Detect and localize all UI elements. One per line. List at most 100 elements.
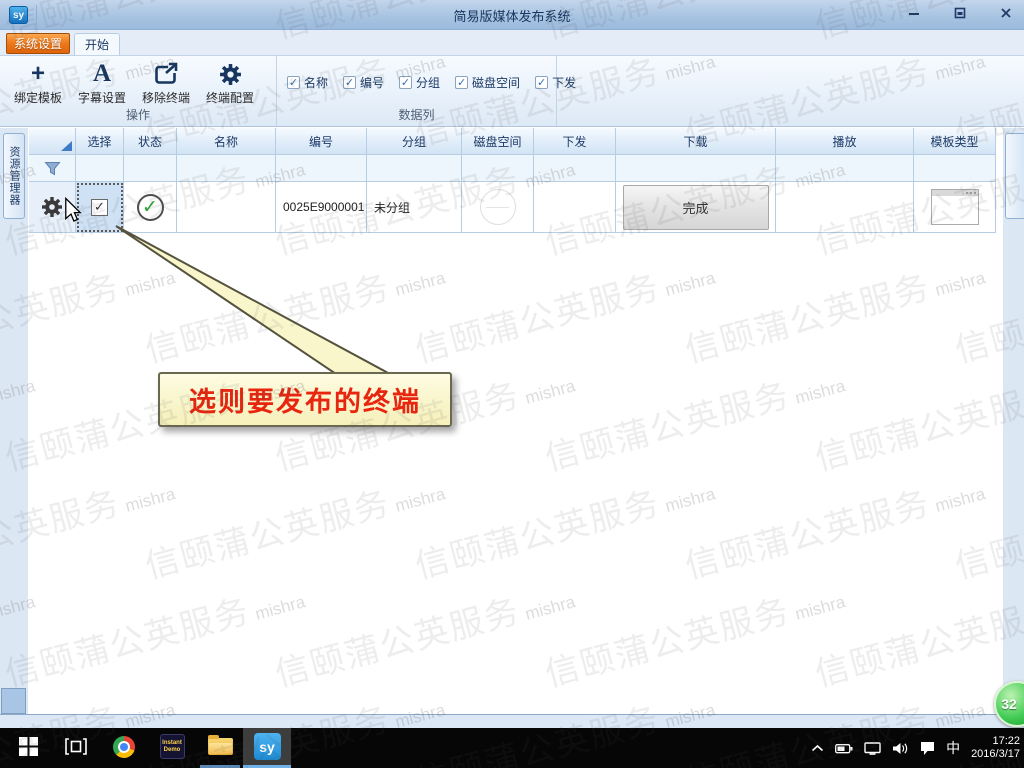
notification-icon[interactable] [920, 741, 935, 755]
checkbox-icon [343, 76, 356, 89]
subtitle-settings-button[interactable]: A 字幕设置 [70, 60, 134, 108]
filter-input[interactable] [76, 155, 124, 182]
resource-manager-tab[interactable]: 资源管理器 [3, 133, 25, 219]
sy-app-button[interactable]: sy [243, 728, 291, 765]
filter-input[interactable] [776, 155, 914, 182]
mouse-cursor [61, 197, 85, 223]
checkbox-icon [535, 76, 548, 89]
download-complete-button[interactable]: 完成 [623, 185, 769, 230]
right-panel-tab[interactable] [1005, 133, 1024, 219]
right-panel-strip [1003, 128, 1024, 714]
template-thumbnail [931, 189, 979, 225]
chrome-button[interactable] [104, 728, 144, 765]
remove-terminal-icon [153, 60, 179, 86]
tray-date: 2016/3/17 [971, 748, 1020, 761]
cell-disk-space [462, 182, 534, 233]
filter-input[interactable] [462, 155, 534, 182]
battery-icon[interactable] [835, 743, 853, 754]
network-icon[interactable] [864, 742, 881, 755]
minimize-button[interactable] [904, 4, 924, 22]
terminal-row: ✓ 0025E9000001 未分组 完成 [29, 182, 1003, 233]
system-settings-button[interactable]: 系统设置 [6, 33, 70, 54]
header-status[interactable]: 状态 [124, 128, 177, 155]
checkbox-icon [399, 76, 412, 89]
tray-clock[interactable]: 17:22 2016/3/17 [971, 735, 1020, 761]
header-disk-space[interactable]: 磁盘空间 [462, 128, 534, 155]
instant-demo-button[interactable]: Instant Demo [152, 728, 192, 765]
cell-number: 0025E9000001 [276, 182, 367, 233]
disk-space-gauge [480, 189, 516, 225]
window-title: 简易版媒体发布系统 [0, 6, 1024, 25]
checkbox-name[interactable]: 名称 [287, 74, 328, 91]
terminal-config-button[interactable]: 终端配置 [198, 60, 262, 108]
taskbar: Instant Demo sy [0, 728, 1024, 768]
task-view-button[interactable] [56, 728, 96, 765]
cell-play [776, 182, 914, 233]
left-panel-strip: 资源管理器 [0, 128, 28, 714]
close-button[interactable] [996, 4, 1016, 22]
ime-indicator[interactable]: 中 [946, 738, 960, 758]
ribbon-group-actions: + 绑定模板 A 字幕设置 移除终端 [0, 56, 277, 126]
cell-download: 完成 [616, 182, 776, 233]
cell-send [534, 182, 616, 233]
checkbox-group[interactable]: 分组 [399, 74, 440, 91]
gear-icon [219, 60, 242, 86]
font-icon: A [93, 60, 111, 86]
callout-tooltip: 选则要发布的终端 [158, 372, 452, 427]
bind-template-button[interactable]: + 绑定模板 [6, 60, 70, 108]
grid-filter-row [29, 155, 1003, 182]
group-label-data-columns: 数据列 [277, 106, 556, 123]
tray-chevron-up-icon[interactable] [811, 744, 824, 753]
file-explorer-button[interactable] [200, 728, 240, 765]
status-ok-icon: ✓ [137, 194, 164, 221]
speaker-icon[interactable] [892, 742, 909, 755]
callout-text: 选则要发布的终端 [189, 380, 421, 419]
filter-input[interactable] [124, 155, 177, 182]
task-view-icon [65, 738, 87, 755]
ribbon-tab-row: 系统设置 开始 [0, 30, 1024, 55]
filter-input[interactable] [177, 155, 276, 182]
ribbon: + 绑定模板 A 字幕设置 移除终端 [0, 55, 1024, 127]
folder-icon [208, 738, 233, 755]
windows-logo-icon [19, 737, 38, 756]
instant-demo-icon: Instant Demo [160, 734, 185, 759]
filter-input[interactable] [276, 155, 367, 182]
window-controls [904, 4, 1016, 22]
filter-input[interactable] [616, 155, 776, 182]
header-download[interactable]: 下载 [616, 128, 776, 155]
cell-group: 未分组 [367, 182, 462, 233]
cell-name [177, 182, 276, 233]
start-button[interactable] [8, 728, 48, 765]
checkbox-icon [455, 76, 468, 89]
row-checkbox[interactable] [91, 199, 108, 216]
remove-terminal-button[interactable]: 移除终端 [134, 60, 198, 108]
tab-start[interactable]: 开始 [74, 33, 120, 55]
window-status-band [0, 714, 1024, 728]
row-gear-icon [41, 196, 63, 218]
corner-triangle-icon [61, 141, 72, 151]
header-template-type[interactable]: 模板类型 [914, 128, 996, 155]
sy-app-icon: sy [254, 733, 281, 760]
group-label-actions: 操作 [0, 106, 276, 123]
header-name[interactable]: 名称 [177, 128, 276, 155]
header-group[interactable]: 分组 [367, 128, 462, 155]
filter-funnel-icon [44, 161, 61, 176]
system-tray: 中 17:22 2016/3/17 [811, 728, 1020, 768]
screen: sy 简易版媒体发布系统 系统设置 开始 + 绑定模板 [0, 0, 1024, 768]
ribbon-group-data-columns: 名称 编号 分组 磁盘空间 下发 数据列 [277, 56, 557, 126]
header-number[interactable]: 编号 [276, 128, 367, 155]
checkbox-send[interactable]: 下发 [535, 74, 576, 91]
header-send[interactable]: 下发 [534, 128, 616, 155]
header-select[interactable]: 选择 [76, 128, 124, 155]
maximize-button[interactable] [950, 4, 970, 22]
filter-cell[interactable] [29, 155, 76, 182]
filter-input[interactable] [534, 155, 616, 182]
checkbox-disk-space[interactable]: 磁盘空间 [455, 74, 520, 91]
header-corner-cell[interactable] [29, 128, 76, 155]
checkbox-icon [287, 76, 300, 89]
filter-input[interactable] [367, 155, 462, 182]
cell-status: ✓ [124, 182, 177, 233]
filter-input[interactable] [914, 155, 996, 182]
checkbox-number[interactable]: 编号 [343, 74, 384, 91]
header-play[interactable]: 播放 [776, 128, 914, 155]
